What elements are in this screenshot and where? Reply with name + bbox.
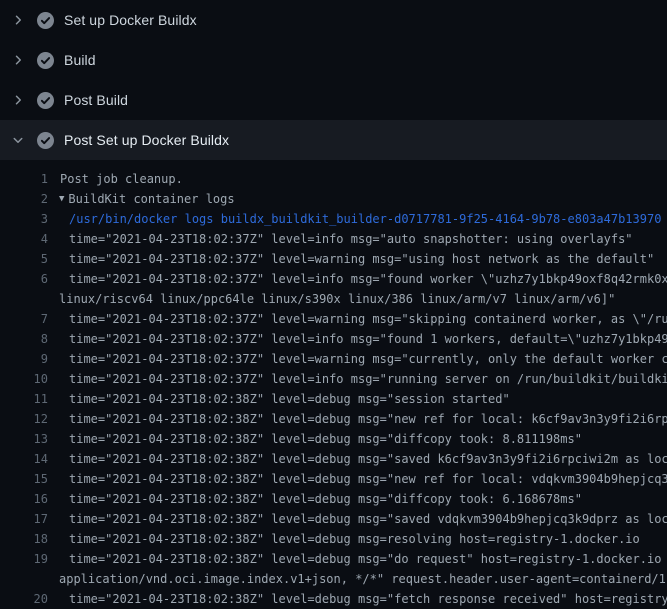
log-line: 3 /usr/bin/docker logs buildx_buildkit_b…	[0, 209, 667, 229]
log-line-text: time="2021-04-23T18:02:38Z" level=debug …	[69, 409, 667, 429]
log-line-text: time="2021-04-23T18:02:37Z" level=warnin…	[69, 349, 667, 369]
step-row-set-up-docker-buildx[interactable]: Set up Docker Buildx	[0, 0, 667, 40]
step-row-post-set-up-docker-buildx[interactable]: Post Set up Docker Buildx	[0, 120, 667, 160]
log-line-text: time="2021-04-23T18:02:37Z" level=warnin…	[69, 249, 654, 269]
log-line-number[interactable]: 7	[0, 309, 48, 329]
log-line: 20 time="2021-04-23T18:02:38Z" level=deb…	[0, 589, 667, 609]
log-line-number[interactable]: 20	[0, 589, 48, 609]
log-line-text: time="2021-04-23T18:02:38Z" level=debug …	[69, 489, 582, 509]
log-line-number[interactable]: 13	[0, 429, 48, 449]
log-line-text: application/vnd.oci.image.index.v1+json,…	[59, 569, 667, 589]
log-line: 12 time="2021-04-23T18:02:38Z" level=deb…	[0, 409, 667, 429]
log-line-number[interactable]: 5	[0, 249, 48, 269]
check-circle-icon	[37, 92, 54, 109]
log-line-number[interactable]: 3	[0, 209, 48, 229]
log-line-text: time="2021-04-23T18:02:38Z" level=debug …	[69, 529, 640, 549]
log-line-number[interactable]: 16	[0, 489, 48, 509]
log-line-text: time="2021-04-23T18:02:38Z" level=debug …	[69, 449, 667, 469]
log-line-text: time="2021-04-23T18:02:37Z" level=info m…	[69, 269, 667, 289]
log-line: 7 time="2021-04-23T18:02:37Z" level=warn…	[0, 309, 667, 329]
chevron-icon[interactable]	[12, 134, 24, 146]
chevron-icon[interactable]	[12, 14, 24, 26]
check-circle-icon	[37, 12, 54, 29]
workflow-log-viewer: { "theme": { "background": "#0a0d13", "e…	[0, 0, 667, 600]
chevron-icon[interactable]	[12, 94, 24, 106]
log-area: 1 Post job cleanup. 2 ▼ BuildKit contain…	[0, 160, 667, 609]
log-line-number[interactable]: 11	[0, 389, 48, 409]
step-row-post-build[interactable]: Post Build	[0, 80, 667, 120]
log-line-text: time="2021-04-23T18:02:38Z" level=debug …	[69, 469, 667, 489]
log-line: application/vnd.oci.image.index.v1+json,…	[0, 569, 667, 589]
log-line: 10 time="2021-04-23T18:02:37Z" level=inf…	[0, 369, 667, 389]
log-line-text: time="2021-04-23T18:02:37Z" level=warnin…	[69, 309, 667, 329]
log-line-number[interactable]: 19	[0, 549, 48, 569]
log-line-number[interactable]: 4	[0, 229, 48, 249]
log-line: 15 time="2021-04-23T18:02:38Z" level=deb…	[0, 469, 667, 489]
log-line-text: linux/riscv64 linux/ppc64le linux/s390x …	[59, 289, 615, 309]
step-label: Post Set up Docker Buildx	[64, 132, 229, 148]
log-line-number[interactable]: 10	[0, 369, 48, 389]
log-line-text: time="2021-04-23T18:02:37Z" level=info m…	[69, 229, 633, 249]
log-line-text: BuildKit container logs	[68, 189, 234, 209]
log-line: 17 time="2021-04-23T18:02:38Z" level=deb…	[0, 509, 667, 529]
log-line-number[interactable]: 17	[0, 509, 48, 529]
group-toggle-icon[interactable]: ▼	[59, 189, 64, 209]
log-line-text: time="2021-04-23T18:02:38Z" level=debug …	[69, 589, 667, 609]
log-line: 13 time="2021-04-23T18:02:38Z" level=deb…	[0, 429, 667, 449]
log-line-number[interactable]: 2	[0, 189, 48, 209]
log-line: 4 time="2021-04-23T18:02:37Z" level=info…	[0, 229, 667, 249]
log-line: linux/riscv64 linux/ppc64le linux/s390x …	[0, 289, 667, 309]
log-line-text: time="2021-04-23T18:02:37Z" level=info m…	[69, 369, 667, 389]
log-line-number[interactable]: 14	[0, 449, 48, 469]
check-circle-icon	[37, 132, 54, 149]
log-line-number[interactable]: 8	[0, 329, 48, 349]
log-line: 11 time="2021-04-23T18:02:38Z" level=deb…	[0, 389, 667, 409]
step-label: Build	[64, 52, 96, 68]
log-line: 5 time="2021-04-23T18:02:37Z" level=warn…	[0, 249, 667, 269]
log-line-number[interactable]: 9	[0, 349, 48, 369]
log-line-number[interactable]: 15	[0, 469, 48, 489]
log-line: 19 time="2021-04-23T18:02:38Z" level=deb…	[0, 549, 667, 569]
log-line: 1 Post job cleanup.	[0, 169, 667, 189]
log-line-number[interactable]: 18	[0, 529, 48, 549]
log-line-text: time="2021-04-23T18:02:38Z" level=debug …	[69, 549, 667, 569]
steps-list: Set up Docker Buildx Build P	[0, 0, 667, 160]
log-line-number[interactable]	[0, 569, 48, 589]
log-line: 18 time="2021-04-23T18:02:38Z" level=deb…	[0, 529, 667, 549]
log-line-number[interactable]: 12	[0, 409, 48, 429]
check-circle-icon	[37, 52, 54, 69]
log-line: 16 time="2021-04-23T18:02:38Z" level=deb…	[0, 489, 667, 509]
log-line-number[interactable]: 6	[0, 269, 48, 289]
log-line-text: Post job cleanup.	[60, 169, 183, 189]
log-line: 9 time="2021-04-23T18:02:37Z" level=warn…	[0, 349, 667, 369]
log-line-text: time="2021-04-23T18:02:37Z" level=info m…	[69, 329, 667, 349]
log-line-text: time="2021-04-23T18:02:38Z" level=debug …	[69, 509, 667, 529]
chevron-icon[interactable]	[12, 54, 24, 66]
step-row-build[interactable]: Build	[0, 40, 667, 80]
log-line: 8 time="2021-04-23T18:02:37Z" level=info…	[0, 329, 667, 349]
step-label: Set up Docker Buildx	[64, 12, 197, 28]
log-line-text: time="2021-04-23T18:02:38Z" level=debug …	[69, 429, 582, 449]
log-line-text: /usr/bin/docker logs buildx_buildkit_bui…	[69, 209, 661, 229]
log-line: 14 time="2021-04-23T18:02:38Z" level=deb…	[0, 449, 667, 469]
log-line-text: time="2021-04-23T18:02:38Z" level=debug …	[69, 389, 510, 409]
log-line-number[interactable]: 1	[0, 169, 48, 189]
log-line-number[interactable]	[0, 289, 48, 309]
log-line: 2 ▼ BuildKit container logs	[0, 189, 667, 209]
step-label: Post Build	[64, 92, 128, 108]
log-line: 6 time="2021-04-23T18:02:37Z" level=info…	[0, 269, 667, 289]
